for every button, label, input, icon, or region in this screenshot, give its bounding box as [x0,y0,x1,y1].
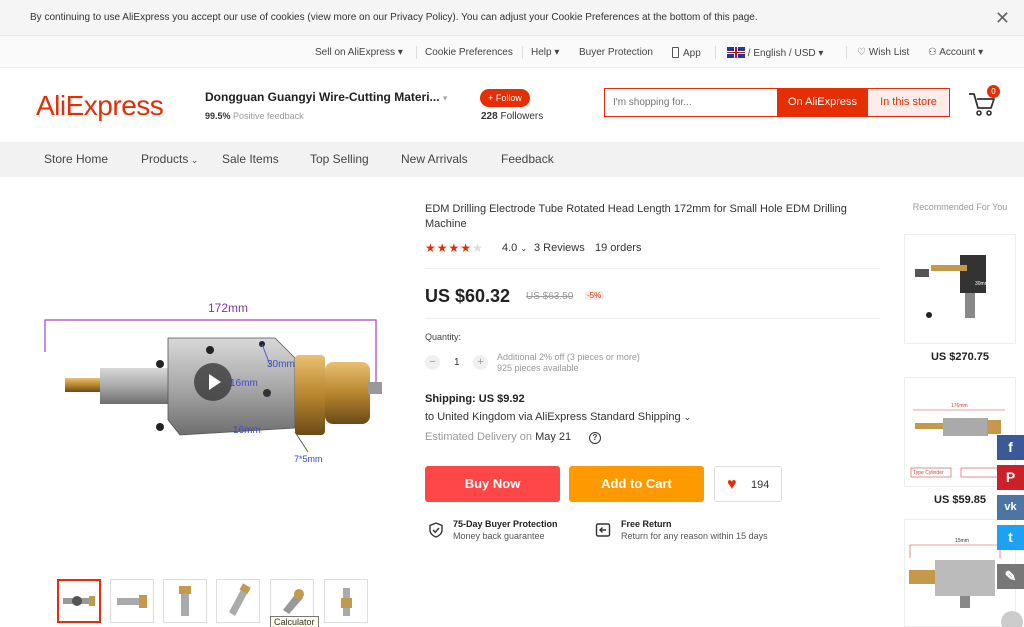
add-to-cart-button[interactable]: Add to Cart [569,466,704,502]
original-price: US $63.50 [526,291,574,302]
product-price: US $60.32 [425,286,511,306]
recommended-title: Recommended For You [912,202,1008,212]
store-nav-products[interactable]: Products ⌄ [141,152,198,166]
svg-text:15mm: 15mm [955,538,969,544]
store-nav: Store Home Products ⌄ Sale Items Top Sel… [0,142,1024,177]
search-box: On AliExpress In this store [604,88,950,117]
dim-label-d2: 16mm [230,378,258,389]
divider [425,268,880,269]
recommended-item[interactable]: 30mm 30mm [904,234,1016,344]
wishlist-button[interactable]: ♥ 194 [714,466,782,502]
dim-label-d3: 16mm [233,425,261,436]
close-icon[interactable]: ✕ [995,9,1010,27]
search-on-aliexpress-button[interactable]: On AliExpress [777,89,868,116]
quantity-input[interactable]: 1 [454,357,460,368]
shipping-destination[interactable]: to United Kingdom via AliExpress Standar… [425,411,691,423]
calculator-tooltip: Calculator [270,616,319,627]
edit-share-icon[interactable]: ✎ [997,564,1024,589]
buyer-protection-title[interactable]: 75-Day Buyer Protection [453,519,558,529]
account-link[interactable]: ⚇ Account ▾ [928,47,983,58]
thumbnail-6[interactable] [324,579,368,623]
buyer-protection-subtitle: Money back guarantee [453,531,545,541]
divider [425,318,880,319]
chevron-down-icon: ⌄ [188,155,199,165]
thumbnail-3[interactable] [163,579,207,623]
buy-now-button[interactable]: Buy Now [425,466,560,502]
scroll-top-button[interactable] [1001,611,1023,627]
help-icon[interactable]: ? [589,432,601,444]
app-link[interactable]: App [672,47,701,59]
store-nav-top-selling[interactable]: Top Selling [310,152,369,166]
heart-icon: ♥ [727,476,737,493]
dim-label-d1: 30mm [267,359,295,370]
svg-text:30mm: 30mm [975,281,989,287]
twitter-share-icon[interactable]: t [997,525,1024,550]
cart-count-badge: 0 [987,85,1000,98]
facebook-share-icon[interactable]: f [997,435,1024,460]
dim-label-length: 172mm [208,301,248,315]
store-feedback: 99.5% Positive feedback [205,111,304,121]
discount-badge: -5% [585,291,604,300]
reviews-link[interactable]: 3 Reviews [534,242,585,254]
language-currency-selector[interactable]: / English / USD ▾ [727,47,823,59]
svg-text:30mm: 30mm [977,293,991,299]
free-return-subtitle: Return for any reason within 15 days [621,531,768,541]
follow-button[interactable]: + Follow [480,89,530,107]
store-nav-home[interactable]: Store Home [44,152,108,166]
quantity-label: Quantity: [425,332,462,342]
svg-text:Type Cylinder: Type Cylinder [913,470,944,476]
return-icon [595,523,611,537]
buyer-protection-link[interactable]: Buyer Protection [579,47,653,58]
play-video-icon[interactable] [194,363,232,401]
vk-share-icon[interactable]: vk [997,495,1024,520]
shipping-cost: Shipping: US $9.92 [425,393,525,405]
quantity-decrease-button[interactable]: − [425,355,440,370]
pinterest-share-icon[interactable]: P [997,465,1024,490]
search-in-store-button[interactable]: In this store [868,89,949,116]
chevron-down-icon: ⌄ [683,412,692,422]
store-nav-sale-items[interactable]: Sale Items [222,152,279,166]
aliexpress-logo[interactable]: AliExpress [36,90,164,122]
store-nav-feedback[interactable]: Feedback [501,152,554,166]
product-title: EDM Drilling Electrode Tube Rotated Head… [425,203,847,230]
wishlist-count: 194 [751,479,770,491]
free-return-title[interactable]: Free Return [621,519,672,529]
shield-check-icon [429,522,443,538]
svg-text:176mm: 176mm [951,403,968,409]
user-icon: ⚇ [928,47,937,58]
cookie-banner: By continuing to use AliExpress you acce… [0,0,1024,36]
followers-count: 228 Followers [481,111,544,122]
top-nav: Sell on AliExpress ▾ Cookie Preferences … [0,36,1024,68]
quantity-note: Additional 2% off (3 pieces or more) 925… [497,352,640,373]
cookie-preferences-link[interactable]: Cookie Preferences [425,47,513,58]
help-link[interactable]: Help ▾ [531,47,559,58]
heart-outline-icon: ♡ [857,47,866,58]
thumbnail-2[interactable] [110,579,154,623]
thumbnail-1[interactable] [57,579,101,623]
uk-flag-icon [727,47,745,58]
dim-label-size: 7*5mm [294,454,323,464]
orders-count: 19 orders [595,242,642,254]
rating-value[interactable]: 4.0 ⌄ [502,242,527,254]
estimated-delivery: Estimated Delivery on May 21 [425,431,572,443]
recommended-price: US $270.75 [930,351,990,363]
search-input[interactable] [613,89,773,116]
sell-on-aliexpress-link[interactable]: Sell on AliExpress ▾ [315,47,403,58]
store-name[interactable]: Dongguan Guangyi Wire-Cutting Materi... … [205,90,447,104]
rating-stars[interactable]: ★★★★★ [425,241,484,255]
store-nav-new-arrivals[interactable]: New Arrivals [401,152,468,166]
cookie-banner-text: By continuing to use AliExpress you acce… [30,12,758,23]
wish-list-link[interactable]: ♡ Wish List [857,47,909,58]
quantity-increase-button[interactable]: + [473,355,488,370]
phone-icon [672,47,679,58]
thumbnail-4[interactable] [216,579,260,623]
